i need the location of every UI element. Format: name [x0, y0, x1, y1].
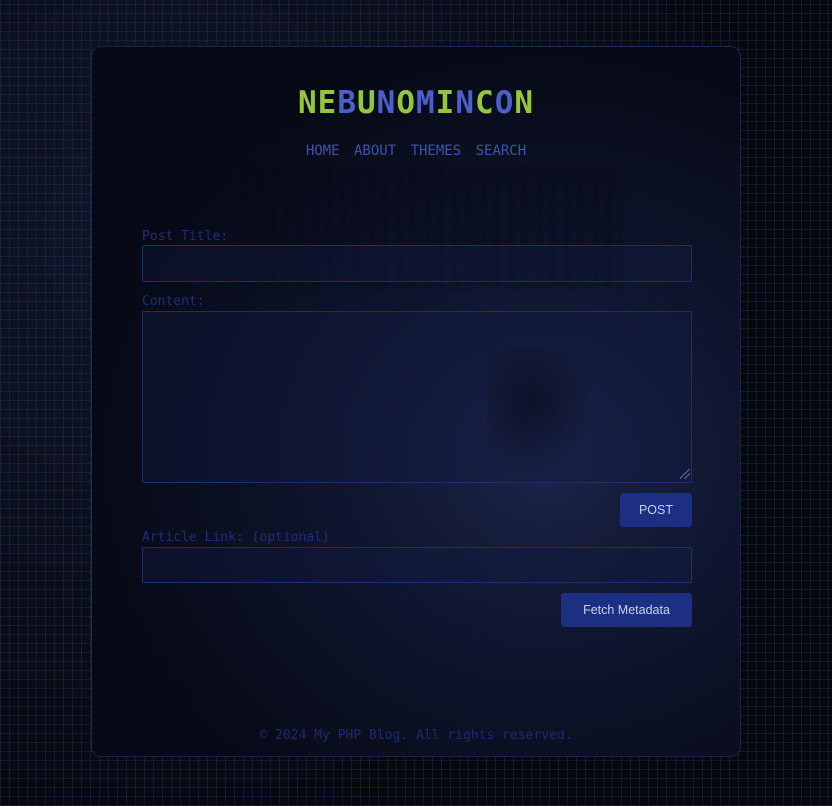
- site-title-letter: I: [435, 85, 456, 121]
- article-link-input[interactable]: [142, 547, 692, 583]
- site-title-letter: M: [416, 85, 436, 121]
- main-nav: HOME ABOUT THEMES SEARCH: [92, 143, 740, 159]
- site-title-letter: N: [455, 85, 476, 121]
- article-link-label: Article Link: (optional): [142, 530, 330, 545]
- footer-copyright: © 2024 My PHP Blog. All rights reserved.: [259, 728, 573, 743]
- site-title-letter: N: [514, 85, 535, 121]
- nav-search[interactable]: SEARCH: [476, 143, 527, 159]
- site-title-letter: O: [494, 85, 515, 121]
- content-label: Content:: [142, 294, 205, 309]
- site-title-letter: N: [376, 85, 397, 121]
- main-panel: NEBUNOMINCON HOME ABOUT THEMES SEARCH Po…: [91, 46, 741, 757]
- nav-themes[interactable]: THEMES: [411, 143, 462, 159]
- site-title-letter: C: [475, 85, 495, 121]
- nav-home[interactable]: HOME: [306, 143, 340, 159]
- site-title[interactable]: NEBUNOMINCON: [92, 85, 740, 121]
- site-title-letter: E: [317, 85, 338, 121]
- site-title-letter: O: [396, 85, 416, 121]
- fetch-metadata-button[interactable]: Fetch Metadata: [561, 593, 692, 627]
- content-textarea[interactable]: [142, 311, 692, 483]
- site-title-letter: B: [337, 85, 357, 121]
- site-title-letter: N: [297, 85, 318, 121]
- post-title-label: Post Title:: [142, 229, 229, 244]
- post-title-input[interactable]: [142, 245, 692, 282]
- site-title-letter: U: [356, 85, 377, 121]
- post-button[interactable]: POST: [620, 493, 692, 527]
- textarea-resize-handle[interactable]: [680, 469, 690, 479]
- nav-about[interactable]: ABOUT: [354, 143, 396, 159]
